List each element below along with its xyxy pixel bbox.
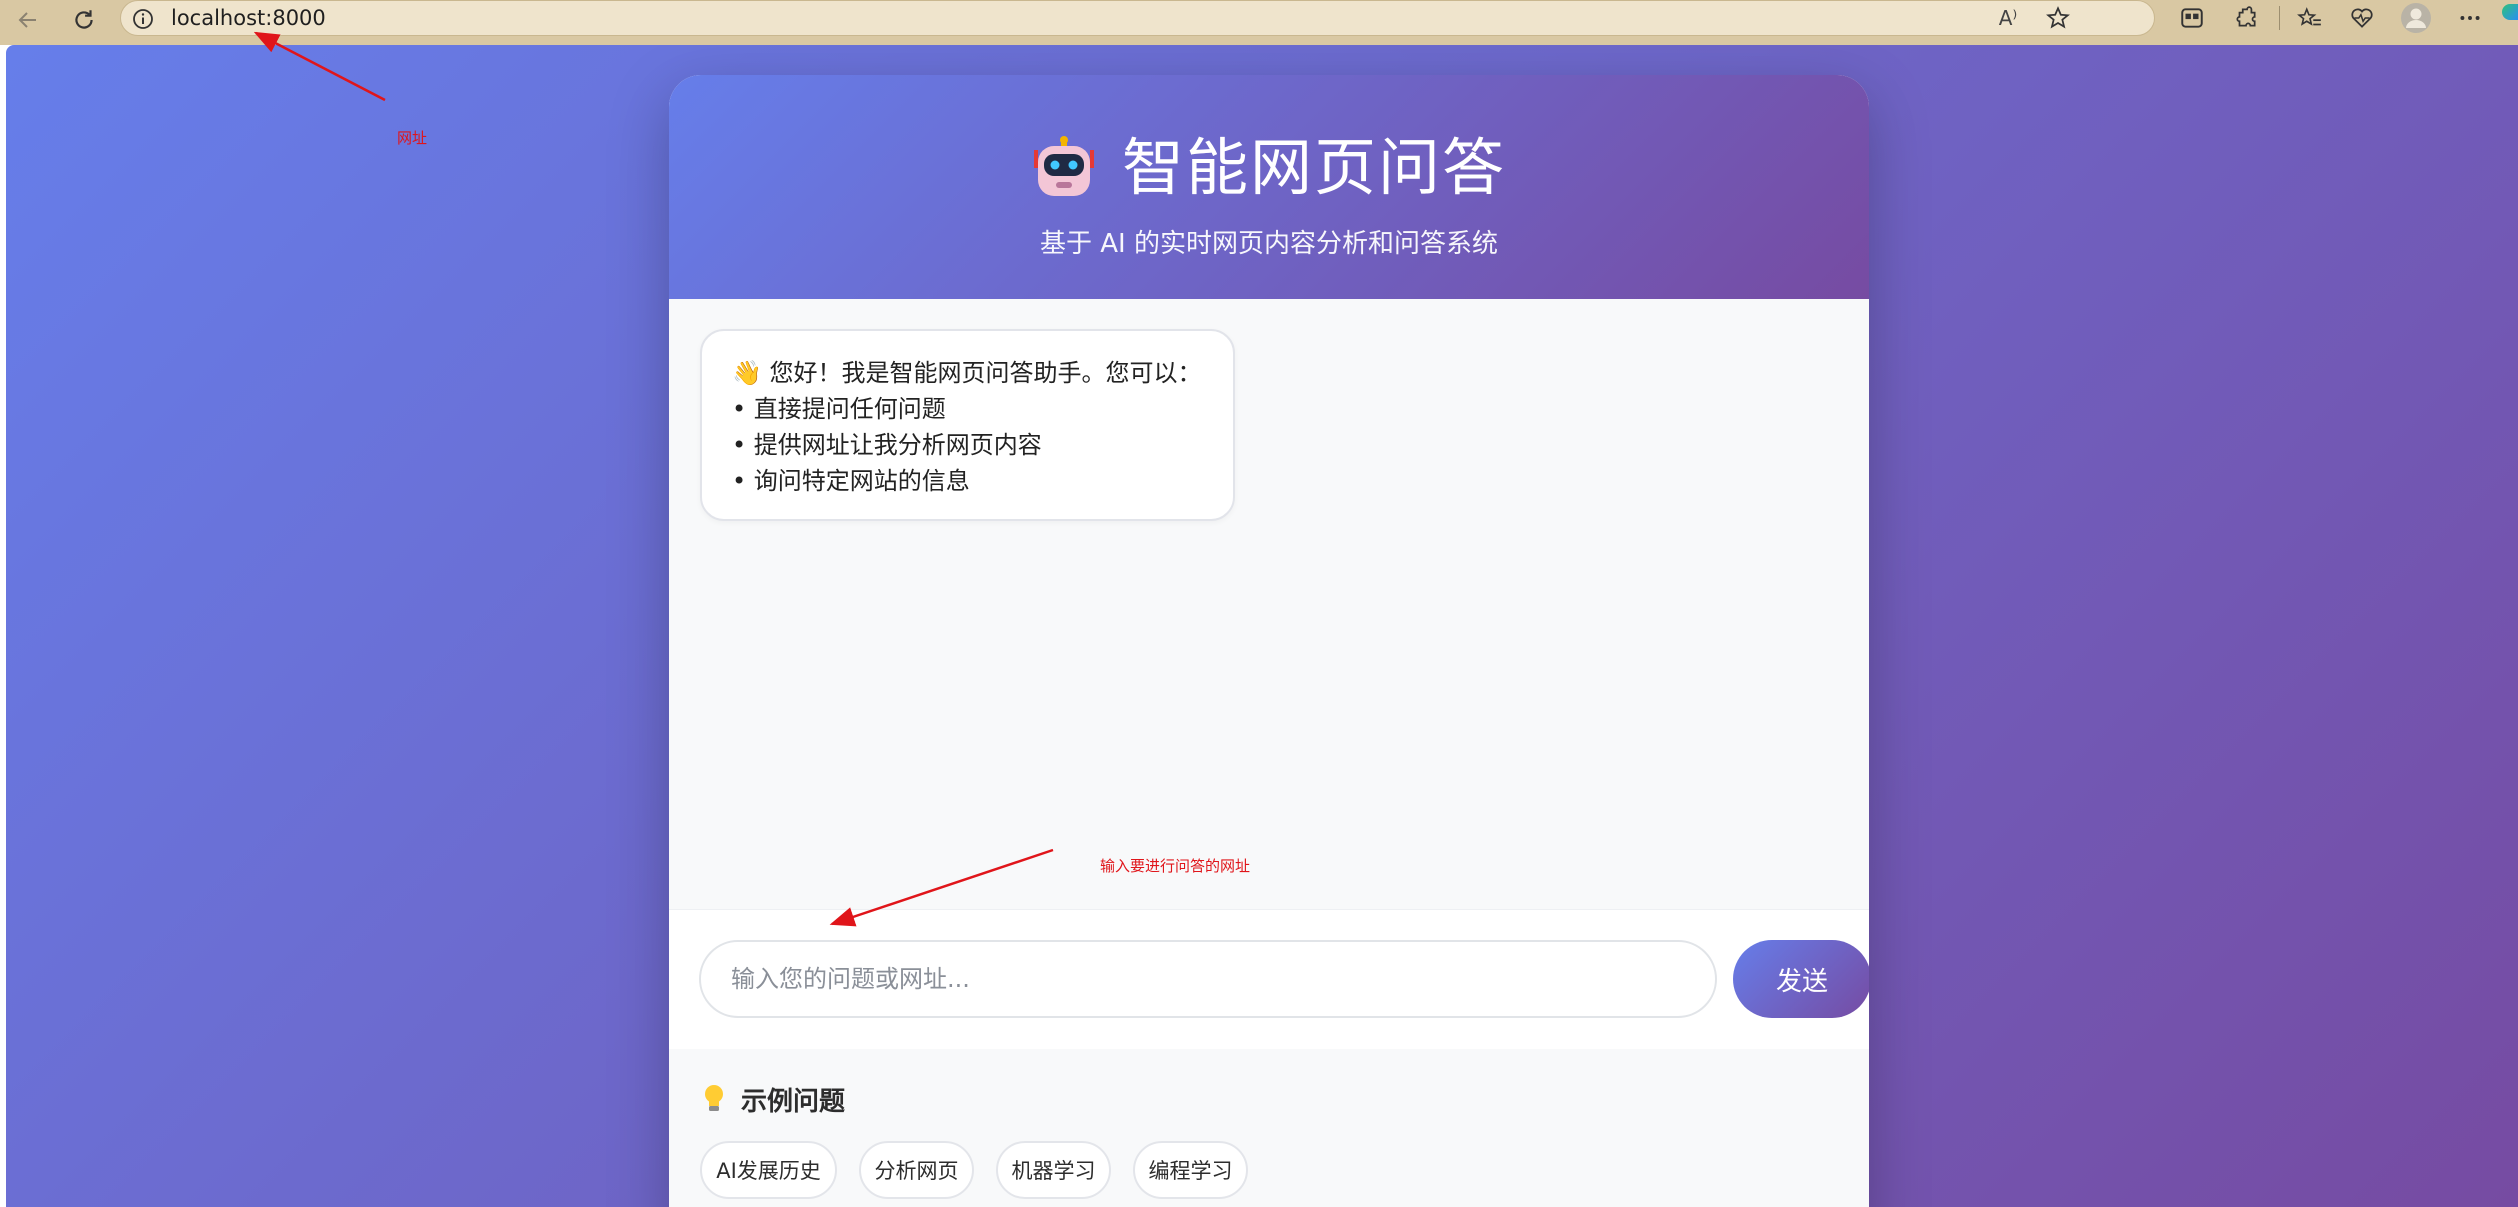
page-title: 智能网页问答 — [1121, 131, 1506, 204]
browser-toolbar: localhost:8000 A⁾ — [0, 0, 2518, 45]
page-subtitle: 基于 AI 的实时网页内容分析和问答系统 — [1040, 229, 1498, 259]
favorites-button[interactable] — [2286, 0, 2334, 36]
reload-icon — [75, 10, 93, 29]
heart-pulse-icon — [2351, 8, 2373, 28]
workspaces-icon — [2181, 8, 2203, 28]
back-button[interactable] — [8, 2, 48, 38]
example-chip-machine-learning[interactable]: 机器学习 — [996, 1141, 1111, 1199]
input-container: 发送 — [669, 909, 1869, 1051]
examples-section: 示例问题 AI发展历史 分析网页 机器学习 编程学习 — [669, 1049, 1869, 1207]
example-chip-programming[interactable]: 编程学习 — [1133, 1141, 1248, 1199]
address-url[interactable]: localhost:8000 — [171, 1, 326, 35]
send-button[interactable]: 发送 — [1733, 940, 1869, 1018]
address-bar[interactable]: localhost:8000 — [120, 0, 2155, 36]
input-annotation-label: 输入要进行问答的网址 — [1100, 857, 1251, 875]
copilot-icon[interactable] — [2502, 4, 2518, 20]
back-arrow-icon — [18, 12, 36, 28]
puzzle-icon — [2236, 6, 2256, 27]
profile-button[interactable] — [2392, 0, 2440, 36]
chat-container: 智能网页问答 基于 AI 的实时网页内容分析和问答系统 👋 您好！我是智能网页问… — [669, 75, 1869, 1207]
message-line: 👋 您好！我是智能网页问答助手。您可以： — [732, 359, 1202, 387]
message-line: • 提供网址让我分析网页内容 — [732, 431, 1042, 459]
site-info-icon[interactable] — [131, 7, 155, 31]
settings-menu-button[interactable] — [2446, 0, 2494, 36]
robot-icon — [1033, 136, 1094, 196]
lightbulb-icon — [705, 1085, 723, 1111]
url-annotation-label: 网址 — [397, 129, 428, 147]
message-line: • 询问特定网站的信息 — [732, 467, 970, 495]
example-chip-ai-history[interactable]: AI发展历史 — [700, 1141, 837, 1199]
favorites-list-icon — [2297, 7, 2321, 26]
question-input[interactable] — [699, 940, 1717, 1018]
toolbar-divider — [2279, 6, 2280, 30]
examples-header: 示例问题 — [703, 1079, 845, 1119]
message-line: • 直接提问任何问题 — [732, 395, 946, 423]
examples-title: 示例问题 — [741, 1086, 846, 1117]
workspaces-button[interactable] — [2168, 0, 2216, 36]
reload-button[interactable] — [64, 2, 104, 38]
extensions-button[interactable] — [2222, 0, 2270, 36]
bot-message: 👋 您好！我是智能网页问答助手。您可以： • 直接提问任何问题 • 提供网址让我… — [700, 329, 1235, 521]
browser-essentials-button[interactable] — [2338, 0, 2386, 36]
header-title-row: 智能网页问答 — [669, 123, 1869, 213]
more-options-icon — [2460, 16, 2480, 20]
avatar-icon — [2401, 3, 2431, 33]
star-icon — [2046, 6, 2070, 29]
chat-header: 智能网页问答 基于 AI 的实时网页内容分析和问答系统 — [669, 75, 1869, 299]
read-aloud-button[interactable]: A⁾ — [1988, 0, 2028, 36]
chat-messages: 👋 您好！我是智能网页问答助手。您可以： • 直接提问任何问题 • 提供网址让我… — [669, 299, 1869, 909]
read-aloud-icon: A⁾ — [1998, 6, 2018, 30]
page-background: 智能网页问答 基于 AI 的实时网页内容分析和问答系统 👋 您好！我是智能网页问… — [6, 45, 2518, 1207]
add-favorite-button[interactable] — [2040, 2, 2076, 34]
example-chip-analyze-page[interactable]: 分析网页 — [859, 1141, 974, 1199]
